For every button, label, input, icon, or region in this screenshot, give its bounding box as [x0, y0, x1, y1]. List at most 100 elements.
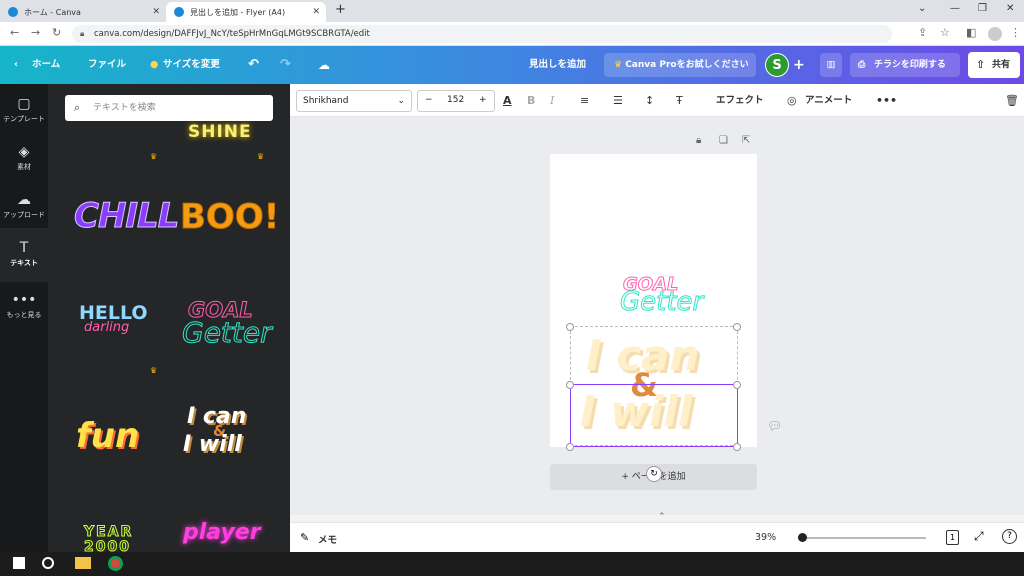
document-title[interactable]: 見出しを追加 [529, 46, 586, 84]
font-size-value[interactable]: 152 [447, 95, 464, 105]
crown-icon: ♛ [614, 60, 626, 70]
editor-header: ‹ ホーム ファイル ● サイズを変更 ↶ ↷ ☁ 見出しを追加 ♛ Canva… [0, 46, 1024, 84]
text-panel: ⌕ テキストを検索 SHINE ♛ ♛ CHILL BOO! HELLO dar… [48, 84, 290, 552]
windows-start-icon[interactable] [13, 557, 25, 569]
window-close-icon[interactable]: ✕ [1006, 3, 1014, 14]
star-icon[interactable]: ☆ [940, 26, 950, 39]
file-menu[interactable]: ファイル [88, 46, 126, 84]
profile-icon[interactable] [988, 27, 1002, 41]
avatar[interactable]: S [765, 53, 789, 77]
crown-icon: ● [150, 59, 159, 70]
task-view-icon[interactable] [42, 557, 54, 569]
text-transform-icon[interactable]: Ŧ [676, 84, 683, 117]
chrome-icon[interactable] [108, 556, 123, 571]
text-color-icon[interactable]: A [503, 84, 512, 117]
rail-item-templates[interactable]: ▢ テンプレート [0, 84, 48, 138]
text-template-shine[interactable]: SHINE [188, 122, 252, 142]
close-icon[interactable]: ✕ [152, 7, 160, 17]
spacing-icon[interactable]: ↕ [645, 84, 654, 117]
design-page[interactable]: GOAL Getter I can & I will [550, 154, 757, 451]
file-explorer-icon[interactable] [75, 557, 91, 569]
rotate-icon[interactable]: ↻ [646, 466, 662, 482]
chevron-down-icon[interactable]: ⌄ [918, 3, 926, 14]
plus-icon[interactable]: + [479, 95, 487, 105]
tab-home[interactable]: ホーム - Canva ✕ [0, 2, 166, 22]
align-center-icon[interactable]: ≡ [580, 84, 589, 117]
new-tab-icon[interactable]: + [335, 2, 346, 17]
add-page-icon[interactable]: ⇱ [742, 135, 750, 146]
share-button[interactable]: ⇧ 共有 [968, 52, 1020, 78]
text-toolbar: Shrikhand ⌄ − 152 + A B I ≡ ☰ ↕ Ŧ エフェクト … [290, 84, 1024, 117]
text-template-year[interactable]: YEAR [83, 524, 133, 541]
rail-item-uploads[interactable]: ☁ アップロード [0, 180, 48, 234]
font-selector[interactable]: Shrikhand ⌄ [296, 90, 412, 112]
resize-handle[interactable] [566, 323, 574, 331]
selected-text-box[interactable] [570, 384, 738, 447]
reload-icon[interactable]: ↻ [52, 26, 61, 39]
notes-button[interactable]: メモ [318, 532, 337, 546]
back-icon[interactable]: ← [10, 26, 19, 39]
resize-handle[interactable] [733, 381, 741, 389]
browser-menu-icon[interactable]: ⋮ [1010, 26, 1021, 39]
cloud-sync-icon: ☁ [318, 58, 330, 72]
text-template-fun[interactable]: fun [76, 416, 139, 456]
text-search-input[interactable]: ⌕ テキストを検索 [65, 95, 273, 121]
chevron-down-icon: ⌄ [397, 96, 405, 106]
rail-label: テンプレート [3, 115, 45, 123]
help-icon[interactable]: ? [1002, 529, 1017, 544]
font-name: Shrikhand [303, 96, 349, 106]
duplicate-page-icon[interactable]: ❏ [719, 135, 728, 146]
tab-design[interactable]: 見出しを追加 - Flyer (A4) ✕ [166, 2, 326, 22]
more-icon: ••• [11, 292, 37, 308]
rail-item-more[interactable]: ••• もっと見る [0, 280, 48, 334]
resize-button[interactable]: サイズを変更 [163, 46, 220, 84]
text-template-player[interactable]: player [183, 520, 261, 545]
effects-button[interactable]: エフェクト [716, 84, 764, 117]
rail-item-text[interactable]: T テキスト [0, 228, 48, 282]
trash-icon[interactable]: 🗑︎ [1005, 84, 1019, 117]
text-template-darling[interactable]: darling [84, 320, 129, 335]
resize-handle[interactable] [566, 381, 574, 389]
zoom-slider[interactable] [798, 537, 926, 539]
close-icon[interactable]: ✕ [312, 7, 320, 17]
home-button[interactable]: ホーム [32, 46, 60, 84]
text-template-chill[interactable]: CHILL [73, 196, 179, 237]
restore-icon[interactable]: ❐ [978, 3, 987, 14]
print-icon: ⎙ [858, 60, 866, 70]
list-icon[interactable]: ☰ [613, 84, 623, 117]
font-size-stepper[interactable]: − 152 + [417, 90, 495, 112]
horizontal-scrollbar[interactable] [290, 515, 1024, 522]
chevron-left-icon[interactable]: ‹ [14, 46, 18, 84]
minimize-icon[interactable]: — [950, 3, 960, 14]
zoom-value[interactable]: 39% [755, 532, 776, 543]
url-field[interactable]: 🔒︎ canva.com/design/DAFFJvJ_NcY/teSpHrMn… [72, 25, 892, 43]
text-template-i-will[interactable]: I will [183, 434, 242, 456]
comment-icon[interactable]: 💬︎ [767, 419, 782, 433]
share-page-icon[interactable]: ⇪ [918, 26, 927, 39]
canvas-getter-text[interactable]: Getter [619, 287, 703, 318]
italic-icon[interactable]: I [550, 84, 554, 117]
resize-handle[interactable] [566, 443, 574, 451]
more-options-icon[interactable]: ••• [876, 84, 897, 117]
fullscreen-icon[interactable]: ⤢ [974, 529, 984, 544]
try-pro-button[interactable]: ♛ Canva Proをお試しください [604, 53, 756, 77]
undo-icon[interactable]: ↶ [248, 46, 259, 84]
rail-item-elements[interactable]: ◈ 素材 [0, 132, 48, 186]
lock-icon[interactable]: 🔒︎ [696, 135, 701, 146]
text-template-2000[interactable]: 2000 [84, 539, 131, 553]
page-count[interactable]: 1 [946, 530, 959, 545]
text-template-boo[interactable]: BOO! [179, 197, 279, 238]
add-member-icon[interactable]: + [793, 46, 805, 84]
print-button[interactable]: ⎙ チラシを印刷する [850, 53, 960, 77]
minus-icon[interactable]: − [425, 95, 433, 105]
sidepanel-icon[interactable]: ◧ [966, 26, 976, 39]
analytics-icon[interactable]: ▥ [820, 53, 842, 77]
resize-handle[interactable] [733, 443, 741, 451]
bold-icon[interactable]: B [527, 84, 535, 117]
zoom-slider-thumb[interactable] [798, 533, 807, 542]
animate-button[interactable]: アニメート [805, 84, 852, 117]
resize-handle[interactable] [733, 323, 741, 331]
forward-icon[interactable]: → [31, 26, 40, 39]
redo-icon[interactable]: ↷ [280, 46, 291, 84]
text-template-getter[interactable]: Getter [182, 316, 273, 350]
